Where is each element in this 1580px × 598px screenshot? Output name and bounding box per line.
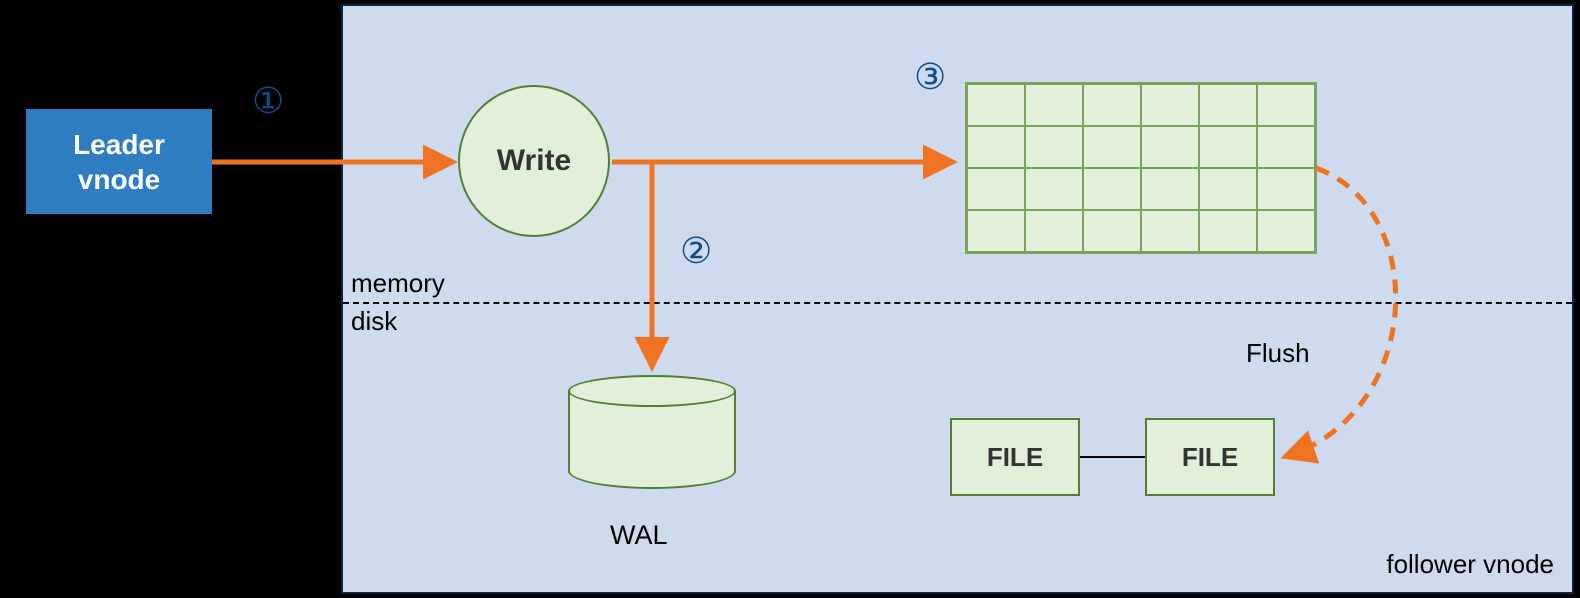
memory-cell bbox=[967, 126, 1025, 168]
memory-cell bbox=[1141, 210, 1199, 252]
step-3-marker: ③ bbox=[914, 56, 946, 98]
memory-cell bbox=[1025, 126, 1083, 168]
memory-cell bbox=[967, 210, 1025, 252]
memory-label: memory bbox=[351, 268, 445, 299]
file-connector-line bbox=[1080, 456, 1145, 458]
wal-cylinder bbox=[568, 375, 736, 505]
memory-cell bbox=[1257, 210, 1315, 252]
memory-cell bbox=[967, 168, 1025, 210]
write-node: Write bbox=[458, 85, 610, 237]
wal-cylinder-top bbox=[568, 375, 736, 407]
memory-cell bbox=[1257, 126, 1315, 168]
memory-cell bbox=[1257, 84, 1315, 126]
memory-cell bbox=[1083, 168, 1141, 210]
memory-cell bbox=[1141, 84, 1199, 126]
leader-line1: Leader bbox=[73, 127, 165, 162]
memory-cell bbox=[1083, 84, 1141, 126]
memory-cell bbox=[967, 84, 1025, 126]
wal-label: WAL bbox=[610, 520, 668, 551]
file2-label: FILE bbox=[1182, 442, 1238, 473]
memory-disk-divider bbox=[343, 302, 1572, 304]
step-1-marker: ① bbox=[252, 80, 284, 122]
memory-cell bbox=[1141, 168, 1199, 210]
step-2-marker: ② bbox=[680, 230, 712, 272]
memory-cell bbox=[1257, 168, 1315, 210]
memory-cell bbox=[1199, 168, 1257, 210]
file1-label: FILE bbox=[987, 442, 1043, 473]
memory-cell bbox=[1141, 126, 1199, 168]
memory-cell bbox=[1199, 84, 1257, 126]
disk-label: disk bbox=[351, 306, 397, 337]
memory-cell bbox=[1083, 210, 1141, 252]
write-label: Write bbox=[497, 144, 571, 178]
memory-cell bbox=[1199, 126, 1257, 168]
memory-cell bbox=[1025, 168, 1083, 210]
follower-vnode-label: follower vnode bbox=[1386, 549, 1554, 580]
memory-cell bbox=[1199, 210, 1257, 252]
leader-line2: vnode bbox=[78, 162, 160, 197]
file-box-2: FILE bbox=[1145, 418, 1275, 496]
memory-cell bbox=[1025, 210, 1083, 252]
flush-label: Flush bbox=[1246, 338, 1310, 369]
memory-cell bbox=[1083, 126, 1141, 168]
leader-vnode-box: Leader vnode bbox=[26, 109, 212, 214]
file-box-1: FILE bbox=[950, 418, 1080, 496]
memory-cell bbox=[1025, 84, 1083, 126]
memory-table bbox=[965, 82, 1317, 254]
